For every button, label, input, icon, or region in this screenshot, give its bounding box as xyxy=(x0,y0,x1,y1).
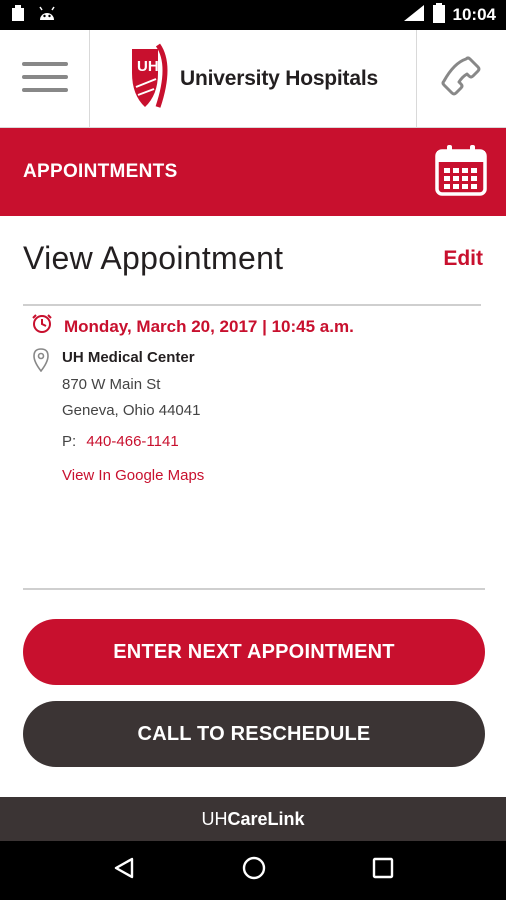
status-bar: 10:04 xyxy=(0,0,506,30)
phone-number-link[interactable]: 440-466-1141 xyxy=(86,433,178,450)
status-right: 10:04 xyxy=(403,2,496,28)
footer-brand: UH CareLink xyxy=(0,797,506,841)
page-title: View Appointment xyxy=(23,240,284,276)
android-icon xyxy=(38,5,56,26)
edit-link[interactable]: Edit xyxy=(443,247,483,271)
location-pin-icon xyxy=(32,348,50,484)
phone-button[interactable] xyxy=(416,30,506,128)
page-header: View Appointment Edit xyxy=(23,240,483,277)
appointment-datetime-text: Monday, March 20, 2017 | 10:45 a.m. xyxy=(64,316,354,336)
battery-icon xyxy=(432,2,445,28)
hamburger-menu-icon xyxy=(21,61,68,98)
address-line-1: 870 W Main St xyxy=(62,376,161,393)
appointment-datetime: Monday, March 20, 2017 | 10:45 a.m. xyxy=(32,314,354,339)
phone-label: P: xyxy=(62,433,77,450)
address-line-2: Geneva, Ohio 44041 xyxy=(62,402,201,419)
phone-icon xyxy=(440,55,484,104)
google-maps-link[interactable]: View In Google Maps xyxy=(62,467,204,484)
section-banner: APPOINTMENTS xyxy=(0,128,506,216)
uh-logo-icon: UH xyxy=(128,43,174,114)
menu-button[interactable] xyxy=(0,30,90,128)
app-header: UH University Hospitals xyxy=(0,30,506,128)
phone-row: P: 440-466-1141 xyxy=(62,429,204,455)
banner-title: APPOINTMENTS xyxy=(23,161,178,182)
location-details: UH Medical Center 870 W Main St Geneva, … xyxy=(62,348,204,484)
footer-brand-prefix: UH xyxy=(201,808,228,829)
call-to-reschedule-button[interactable]: CALL TO RESCHEDULE xyxy=(23,701,485,767)
appointment-location: UH Medical Center 870 W Main St Geneva, … xyxy=(32,348,204,484)
calendar-icon[interactable] xyxy=(434,143,488,202)
divider xyxy=(23,588,485,590)
clock-icon xyxy=(32,314,52,339)
divider xyxy=(23,304,481,306)
logo-text: University Hospitals xyxy=(180,66,378,90)
home-icon[interactable] xyxy=(241,855,267,886)
logo: UH University Hospitals xyxy=(90,30,416,127)
status-time: 10:04 xyxy=(452,5,496,24)
logo-mark: UH xyxy=(137,58,159,75)
signal-icon xyxy=(403,4,425,27)
system-nav-bar xyxy=(0,841,506,900)
status-left xyxy=(10,4,56,27)
recent-apps-icon[interactable] xyxy=(372,857,394,884)
app-screen: 10:04 UH University Hospitals APPOINTMEN… xyxy=(0,0,506,900)
footer-brand-suffix: CareLink xyxy=(227,808,305,829)
enter-next-appointment-button[interactable]: ENTER NEXT APPOINTMENT xyxy=(23,619,485,685)
notification-icon xyxy=(10,4,26,27)
location-name: UH Medical Center xyxy=(62,349,195,366)
back-icon[interactable] xyxy=(112,856,136,885)
